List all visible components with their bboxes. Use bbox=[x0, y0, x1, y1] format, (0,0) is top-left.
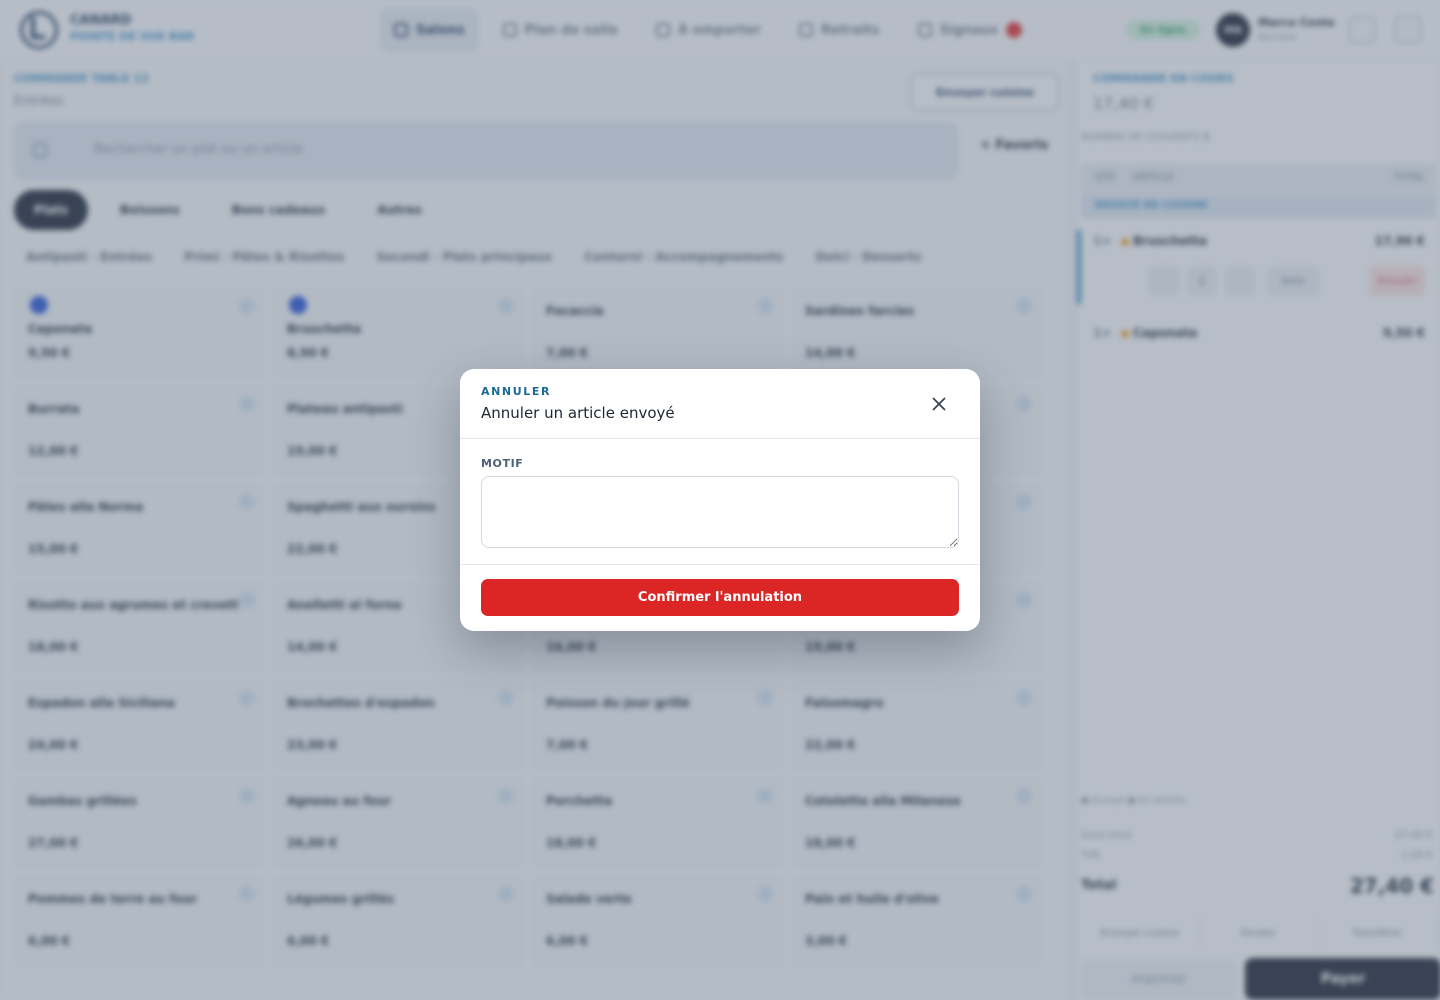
dialog-eyebrow: ANNULER bbox=[481, 385, 552, 398]
confirm-cancel-button[interactable]: Confirmer l'annulation bbox=[481, 579, 959, 616]
reason-textarea[interactable] bbox=[481, 476, 959, 548]
reason-label: MOTIF bbox=[481, 457, 524, 470]
dialog-header: ANNULER Annuler un article envoyé bbox=[460, 369, 980, 439]
dialog-title: Annuler un article envoyé bbox=[481, 404, 675, 422]
close-icon bbox=[932, 397, 946, 411]
close-button[interactable] bbox=[926, 391, 952, 417]
cancel-item-dialog: ANNULER Annuler un article envoyé MOTIF … bbox=[460, 369, 980, 631]
dialog-body: MOTIF bbox=[460, 439, 980, 565]
